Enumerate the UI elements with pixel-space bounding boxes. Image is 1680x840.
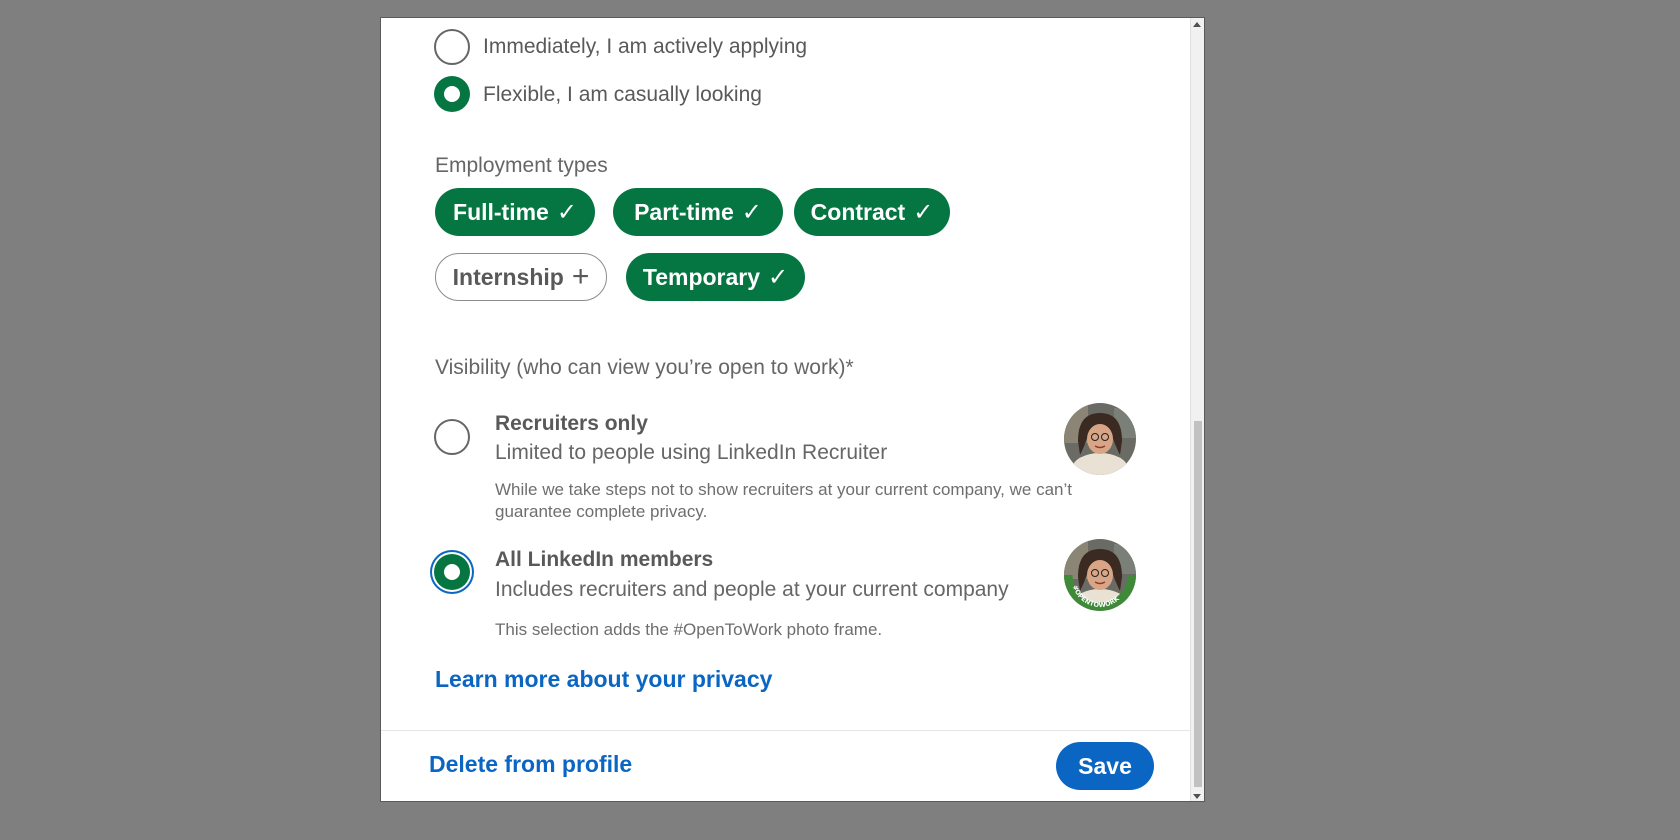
checkmark-icon: ✓ xyxy=(913,198,934,226)
all-members-note: This selection adds the #OpenToWork phot… xyxy=(495,620,883,639)
radio-all-members[interactable] xyxy=(434,554,470,590)
employment-types-label: Employment types xyxy=(435,154,608,177)
scrollbar-thumb[interactable] xyxy=(1194,421,1202,787)
chip-internship-label: Internship xyxy=(452,263,564,290)
radio-recruiters-only[interactable] xyxy=(434,419,470,455)
chip-temporary[interactable]: Temporary ✓ xyxy=(626,253,805,301)
save-button[interactable]: Save xyxy=(1056,742,1154,790)
recruiters-only-title: Recruiters only xyxy=(495,412,648,435)
chip-full-time-label: Full-time xyxy=(453,198,549,225)
checkmark-icon: ✓ xyxy=(741,198,762,226)
chip-contract[interactable]: Contract ✓ xyxy=(794,188,950,236)
radio-flexible[interactable] xyxy=(434,76,470,112)
chip-part-time[interactable]: Part-time ✓ xyxy=(613,188,783,236)
visibility-label: Visibility (who can view you’re open to … xyxy=(435,356,854,379)
dialog-footer: Delete from profile Save xyxy=(381,730,1191,801)
radio-flexible-label: Flexible, I am casually looking xyxy=(483,83,762,106)
chip-contract-label: Contract xyxy=(810,198,906,225)
avatar xyxy=(1064,403,1136,475)
chip-full-time[interactable]: Full-time ✓ xyxy=(435,188,595,236)
recruiters-only-note: While we take steps not to show recruite… xyxy=(495,480,1072,521)
chip-internship[interactable]: Internship + xyxy=(435,253,607,301)
dialog-content: Immediately, I am actively applying Flex… xyxy=(381,18,1191,730)
chip-temporary-label: Temporary xyxy=(642,263,761,290)
scrollbar[interactable] xyxy=(1190,18,1204,801)
all-members-subtitle: Includes recruiters and people at your c… xyxy=(495,578,1009,601)
checkmark-icon: ✓ xyxy=(768,263,789,291)
backdrop: Immediately, I am actively applying Flex… xyxy=(0,0,1680,840)
checkmark-icon: ✓ xyxy=(556,198,577,226)
scroll-down-arrow-icon[interactable] xyxy=(1193,794,1201,799)
radio-immediately[interactable] xyxy=(434,29,470,65)
all-members-title: All LinkedIn members xyxy=(495,548,714,571)
delete-from-profile-link[interactable]: Delete from profile xyxy=(429,751,632,778)
chip-part-time-label: Part-time xyxy=(634,198,734,225)
learn-more-privacy-link[interactable]: Learn more about your privacy xyxy=(435,666,772,693)
plus-icon: + xyxy=(571,260,590,293)
radio-immediately-label: Immediately, I am actively applying xyxy=(483,35,808,58)
scroll-up-arrow-icon[interactable] xyxy=(1193,22,1201,27)
recruiters-only-subtitle: Limited to people using LinkedIn Recruit… xyxy=(495,441,888,464)
open-to-work-dialog: Immediately, I am actively applying Flex… xyxy=(380,17,1205,802)
avatar-open-to-work: #OPENTOWORK xyxy=(1064,539,1136,611)
